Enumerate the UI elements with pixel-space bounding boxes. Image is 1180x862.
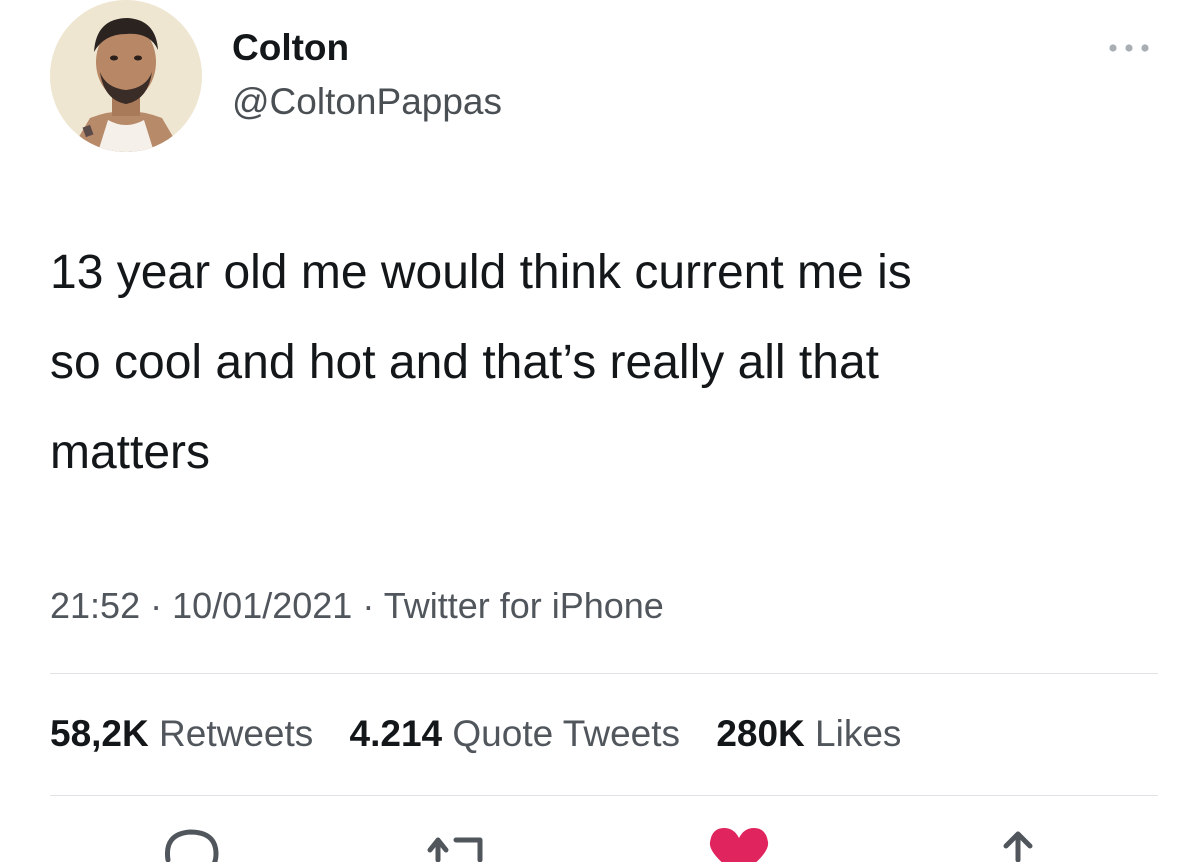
retweet-icon (427, 837, 483, 862)
retweets-label: Retweets (159, 713, 314, 754)
heart-icon (709, 828, 769, 862)
avatar[interactable] (50, 0, 202, 152)
tweet-text-line: 13 year old me would think current me is (50, 246, 912, 299)
likes-count: 280K (716, 713, 805, 754)
divider (50, 795, 1158, 796)
tweet-stats: 58,2K Retweets 4.214 Quote Tweets 280K L… (50, 710, 927, 758)
author-name[interactable]: Colton (232, 24, 349, 72)
share-icon (1003, 831, 1033, 862)
quote-tweets-stat[interactable]: 4.214 Quote Tweets (350, 713, 681, 754)
more-button[interactable] (1100, 34, 1158, 62)
reply-icon (164, 829, 219, 862)
quote-tweets-label: Quote Tweets (452, 713, 681, 754)
tweet-meta: 21:52 · 10/01/2021 · Twitter for iPhone (50, 582, 664, 630)
retweets-count: 58,2K (50, 713, 149, 754)
avatar-image (50, 0, 202, 152)
retweets-stat[interactable]: 58,2K Retweets (50, 713, 313, 754)
tweet-text-line: matters (50, 426, 211, 479)
share-button[interactable] (996, 820, 1040, 862)
tweet-text: 13 year old me would think current me is… (50, 228, 1160, 498)
quote-tweets-count: 4.214 (349, 713, 443, 754)
like-button[interactable] (706, 820, 772, 862)
author-handle[interactable]: @ColtonPappas (232, 78, 502, 126)
meta-separator: · (362, 585, 375, 626)
action-bar (0, 820, 1180, 862)
retweet-button[interactable] (422, 820, 492, 862)
reply-button[interactable] (158, 820, 222, 862)
likes-label: Likes (815, 713, 902, 754)
divider (50, 673, 1158, 674)
tweet-text-line: so cool and hot and that’s really all th… (50, 336, 879, 389)
more-icon (1109, 44, 1149, 52)
tweet-date[interactable]: 10/01/2021 (172, 585, 352, 626)
meta-separator: · (150, 585, 163, 626)
tweet-time[interactable]: 21:52 (50, 585, 140, 626)
likes-stat[interactable]: 280K Likes (716, 713, 901, 754)
tweet-source[interactable]: Twitter for iPhone (384, 585, 664, 626)
